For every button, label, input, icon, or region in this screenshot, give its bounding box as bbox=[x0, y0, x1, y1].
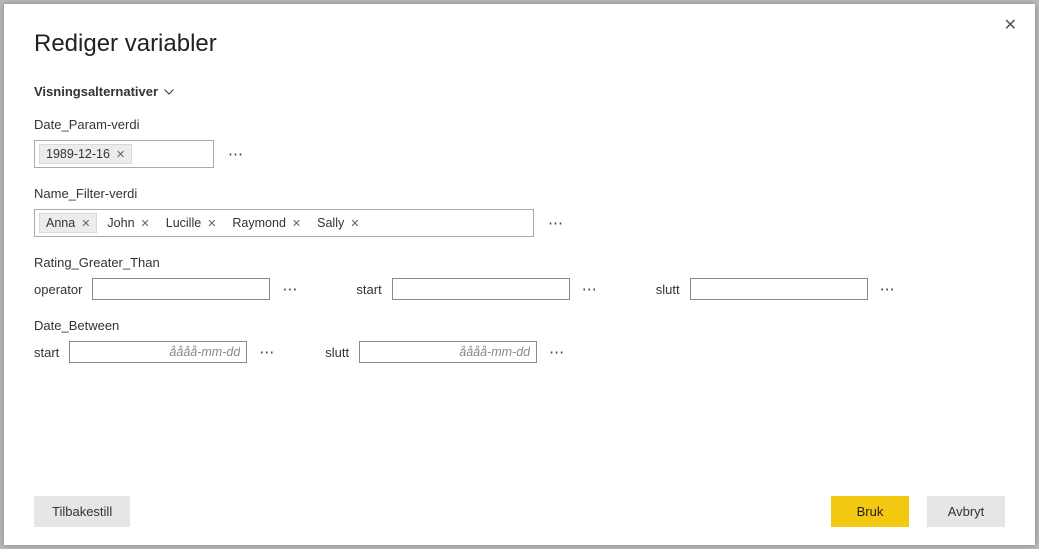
variable-date-param: Date_Param-verdi 1989-12-16 ✕ ⋯ bbox=[34, 117, 1005, 168]
chip-label: 1989-12-16 bbox=[46, 147, 110, 161]
chip-remove-icon[interactable]: ✕ bbox=[81, 217, 90, 230]
variable-rating-greater-than: Rating_Greater_Than operator ⋯ start ⋯ s… bbox=[34, 255, 1005, 300]
more-options-button[interactable]: ⋯ bbox=[280, 282, 300, 297]
operator-label: operator bbox=[34, 282, 82, 297]
chip-remove-icon[interactable]: ✕ bbox=[141, 217, 150, 230]
more-options-button[interactable]: ⋯ bbox=[546, 216, 566, 231]
more-options-button[interactable]: ⋯ bbox=[580, 282, 600, 297]
variable-label: Name_Filter-verdi bbox=[34, 186, 1005, 201]
close-icon: ✕ bbox=[1004, 17, 1017, 34]
edit-variables-dialog: ✕ Rediger variabler Visningsalternativer… bbox=[4, 4, 1035, 545]
close-button[interactable]: ✕ bbox=[1000, 14, 1021, 38]
chip-label: John bbox=[107, 216, 134, 230]
date-param-input[interactable]: 1989-12-16 ✕ bbox=[34, 140, 214, 168]
variable-date-between: Date_Between start ⋯ slutt ⋯ bbox=[34, 318, 1005, 363]
date-start-input[interactable] bbox=[69, 341, 247, 363]
chevron-down-icon bbox=[164, 89, 174, 95]
variable-label: Date_Between bbox=[34, 318, 1005, 333]
chip-label: Sally bbox=[317, 216, 344, 230]
chip-name[interactable]: Lucille ✕ bbox=[160, 214, 223, 232]
chip-label: Lucille bbox=[166, 216, 201, 230]
chip-label: Raymond bbox=[232, 216, 286, 230]
variable-label: Rating_Greater_Than bbox=[34, 255, 1005, 270]
chip-name[interactable]: John ✕ bbox=[101, 214, 155, 232]
dialog-footer: Tilbakestill Bruk Avbryt bbox=[34, 496, 1005, 527]
more-options-button[interactable]: ⋯ bbox=[257, 345, 277, 360]
slutt-input[interactable] bbox=[690, 278, 868, 300]
chip-name[interactable]: Sally ✕ bbox=[311, 214, 365, 232]
chip-remove-icon[interactable]: ✕ bbox=[116, 148, 125, 161]
start-label: start bbox=[34, 345, 59, 360]
more-options-button[interactable]: ⋯ bbox=[878, 282, 898, 297]
slutt-label: slutt bbox=[656, 282, 680, 297]
chip-remove-icon[interactable]: ✕ bbox=[350, 217, 359, 230]
name-filter-input[interactable]: Anna ✕ John ✕ Lucille ✕ Raymond ✕ Sally bbox=[34, 209, 534, 237]
chip-name[interactable]: Anna ✕ bbox=[39, 213, 97, 233]
chip-name[interactable]: Raymond ✕ bbox=[226, 214, 307, 232]
more-options-button[interactable]: ⋯ bbox=[547, 345, 567, 360]
slutt-label: slutt bbox=[325, 345, 349, 360]
reset-button[interactable]: Tilbakestill bbox=[34, 496, 130, 527]
chip-date-param[interactable]: 1989-12-16 ✕ bbox=[39, 144, 132, 164]
dialog-title: Rediger variabler bbox=[34, 30, 1005, 58]
chip-label: Anna bbox=[46, 216, 75, 230]
chip-remove-icon[interactable]: ✕ bbox=[207, 217, 216, 230]
start-input[interactable] bbox=[392, 278, 570, 300]
operator-input[interactable] bbox=[92, 278, 270, 300]
chip-remove-icon[interactable]: ✕ bbox=[292, 217, 301, 230]
variable-label: Date_Param-verdi bbox=[34, 117, 1005, 132]
more-options-button[interactable]: ⋯ bbox=[226, 147, 246, 162]
variable-name-filter: Name_Filter-verdi Anna ✕ John ✕ Lucille … bbox=[34, 186, 1005, 237]
apply-button[interactable]: Bruk bbox=[831, 496, 909, 527]
cancel-button[interactable]: Avbryt bbox=[927, 496, 1005, 527]
start-label: start bbox=[356, 282, 381, 297]
date-slutt-input[interactable] bbox=[359, 341, 537, 363]
display-options-label: Visningsalternativer bbox=[34, 84, 158, 99]
display-options-toggle[interactable]: Visningsalternativer bbox=[34, 84, 1005, 99]
